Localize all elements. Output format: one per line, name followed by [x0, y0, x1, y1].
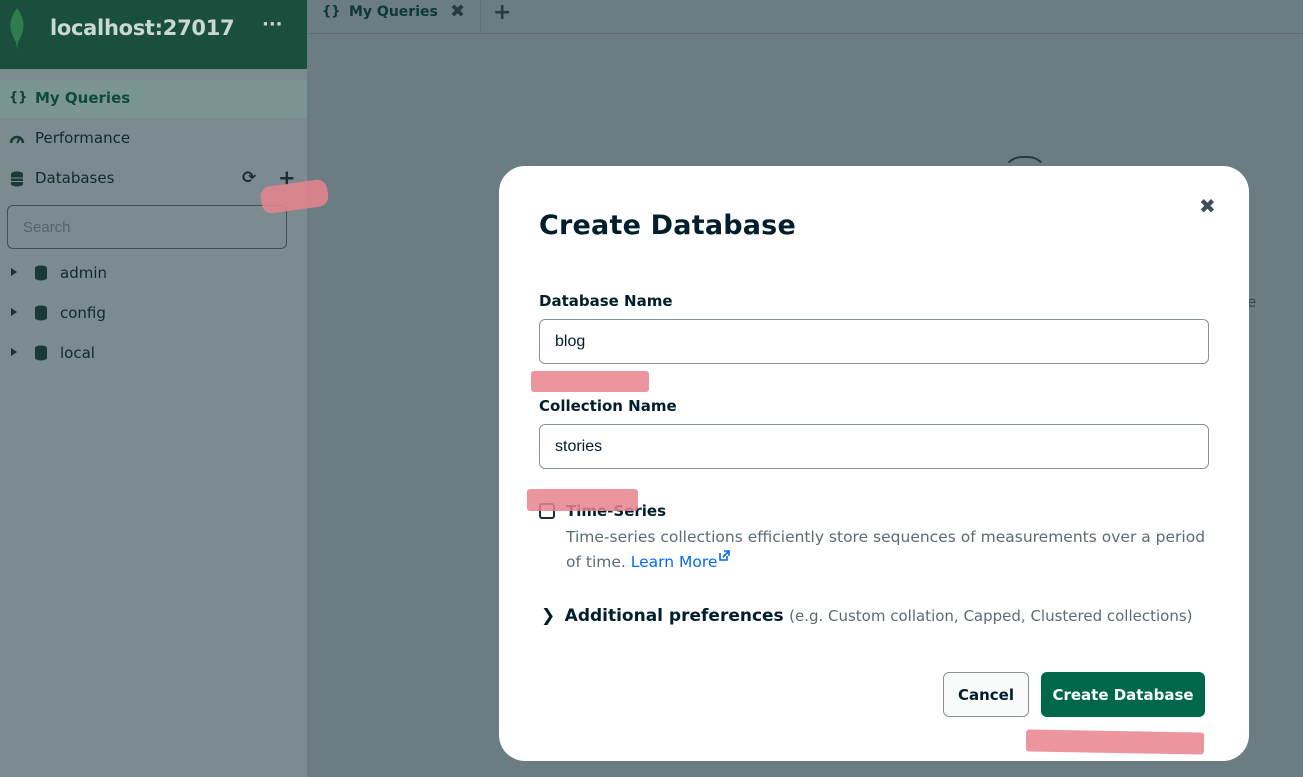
highlight-mark: [527, 489, 638, 511]
cancel-button[interactable]: Cancel: [943, 672, 1029, 717]
learn-more-link[interactable]: Learn More: [630, 550, 731, 571]
close-modal-icon[interactable]: ✖: [1199, 194, 1216, 218]
mongodb-leaf-icon: [10, 8, 24, 50]
create-database-button[interactable]: Create Database: [1041, 672, 1205, 717]
learn-more-label: Learn More: [630, 553, 718, 571]
expand-caret-icon[interactable]: [11, 308, 17, 316]
connection-menu-button[interactable]: ···: [262, 14, 283, 35]
nav-performance[interactable]: Performance: [0, 120, 307, 158]
database-name: admin: [60, 264, 107, 282]
additional-preferences-toggle[interactable]: ❯ Additional preferences (e.g. Custom co…: [541, 606, 1193, 626]
sidebar: localhost:27017 ··· {} My Queries Perfor…: [0, 0, 307, 777]
connection-header: localhost:27017 ···: [0, 0, 307, 69]
tab-my-queries[interactable]: {} My Queries ✖: [307, 0, 481, 34]
create-database-modal: ✖ Create Database Database Name Collecti…: [499, 166, 1249, 761]
nav-label: Performance: [35, 129, 131, 147]
expand-caret-icon[interactable]: [11, 268, 17, 276]
collection-name-input[interactable]: [539, 424, 1209, 469]
highlight-mark: [1025, 729, 1205, 755]
nav-label: My Queries: [35, 89, 131, 107]
highlight-mark: [531, 371, 649, 392]
nav-my-queries[interactable]: {} My Queries: [0, 80, 307, 118]
database-name: local: [60, 344, 95, 362]
tab-label: My Queries: [349, 4, 438, 20]
connection-host: localhost:27017: [50, 16, 235, 40]
database-item-local[interactable]: local: [0, 340, 307, 370]
external-link-icon: [719, 550, 731, 561]
database-icon: [35, 345, 47, 361]
curly-braces-icon: {}: [9, 90, 28, 105]
database-name: config: [60, 304, 106, 322]
database-item-admin[interactable]: admin: [0, 260, 307, 290]
database-name-label: Database Name: [539, 292, 673, 310]
chevron-right-icon: ❯: [541, 606, 556, 626]
close-tab-icon[interactable]: ✖: [450, 1, 465, 22]
database-icon: [35, 265, 47, 281]
modal-title: Create Database: [539, 210, 796, 241]
collection-name-label: Collection Name: [539, 397, 677, 415]
additional-preferences-hint: (e.g. Custom collation, Capped, Clustere…: [789, 607, 1193, 625]
add-tab-icon[interactable]: +: [493, 0, 511, 25]
curly-braces-icon: {}: [322, 4, 341, 19]
gauge-icon: [9, 135, 25, 144]
database-icon: [35, 305, 47, 321]
database-item-config[interactable]: config: [0, 300, 307, 330]
nav-label: Databases: [35, 169, 115, 187]
database-icon: [11, 171, 23, 187]
refresh-databases-icon[interactable]: ⟳: [242, 168, 256, 188]
database-name-input[interactable]: [539, 319, 1209, 364]
database-search-input[interactable]: [7, 205, 287, 249]
additional-preferences-title: Additional preferences: [564, 606, 784, 626]
time-series-description: Time-series collections efficiently stor…: [566, 525, 1206, 575]
tab-bar: {} My Queries ✖ +: [307, 0, 1303, 34]
expand-caret-icon[interactable]: [11, 348, 17, 356]
